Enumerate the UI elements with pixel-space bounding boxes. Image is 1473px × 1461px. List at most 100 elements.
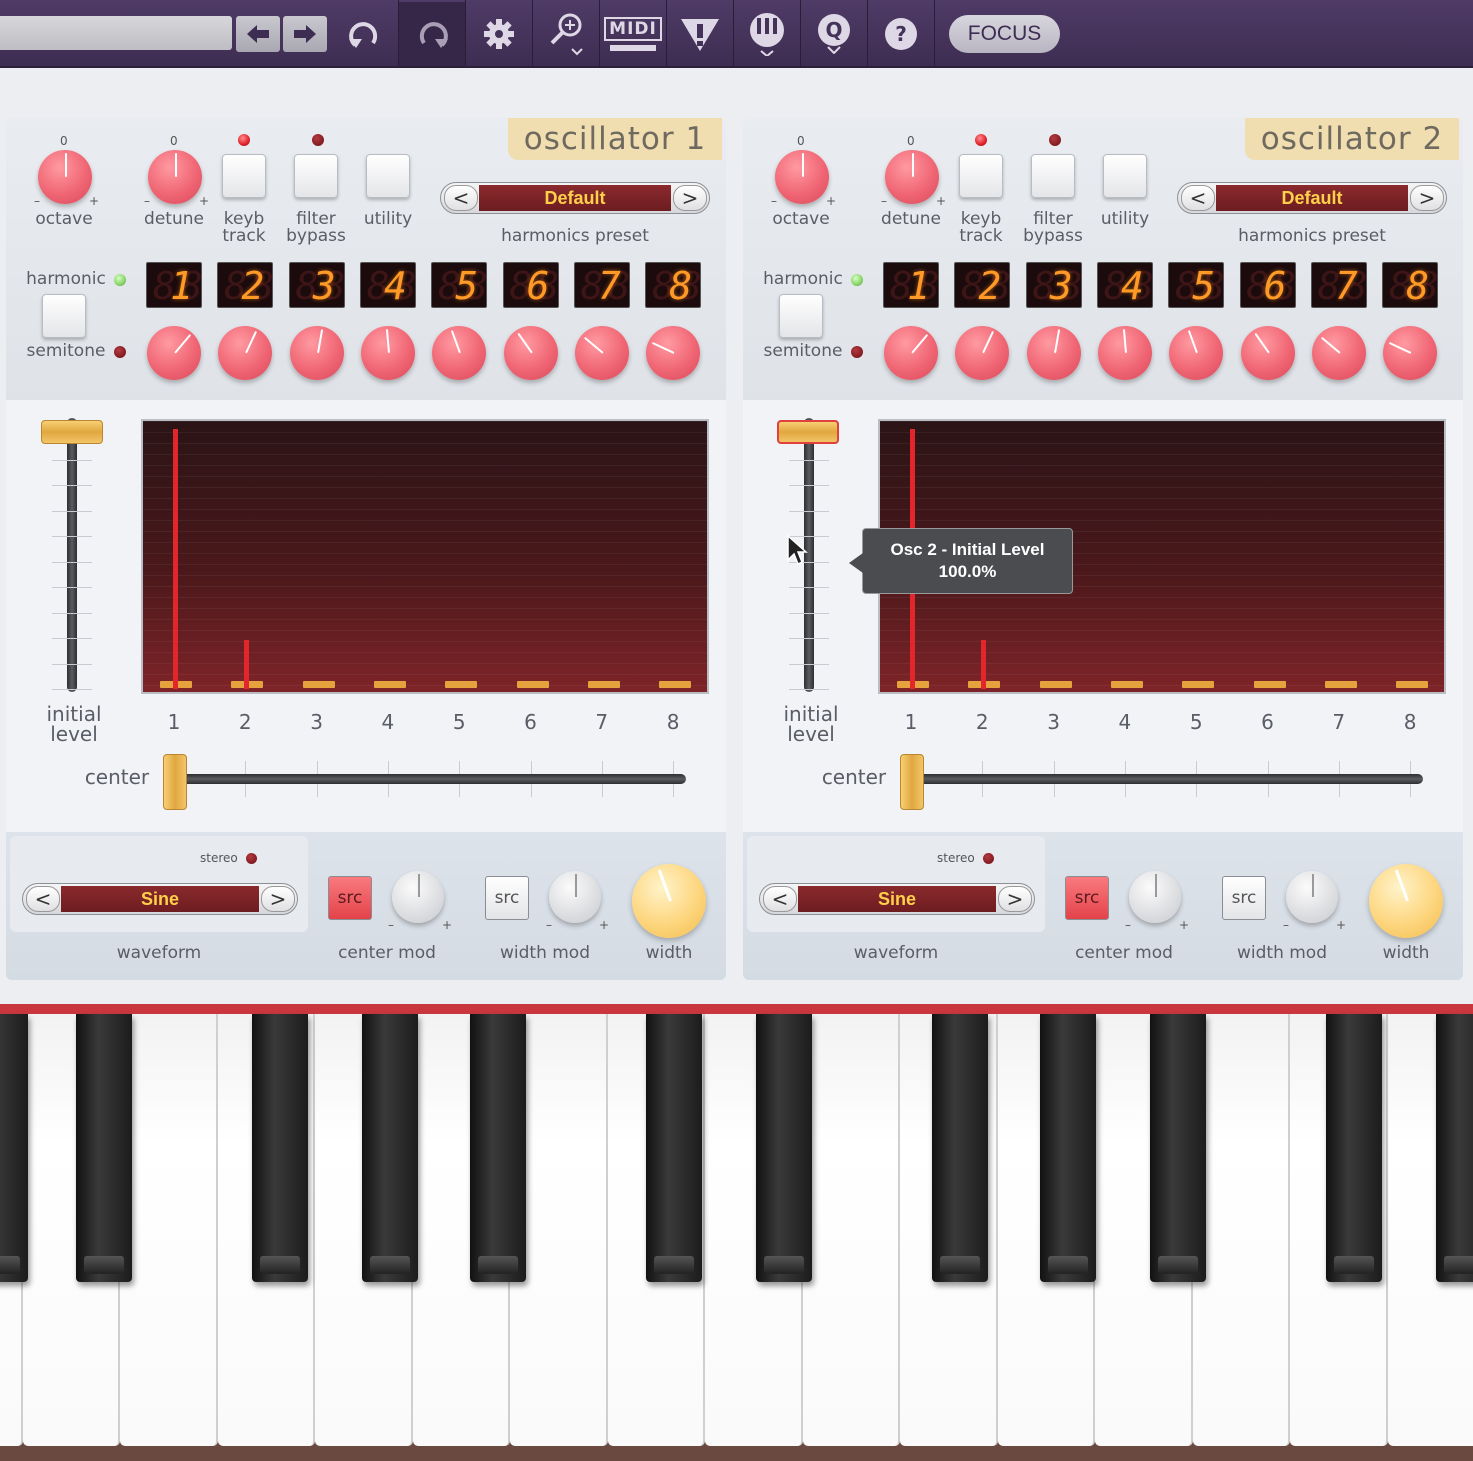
- filter-bypass-button[interactable]: [294, 154, 338, 198]
- black-key[interactable]: [1150, 1014, 1206, 1282]
- zoom-button[interactable]: [533, 2, 599, 66]
- waveform-next-button[interactable]: >: [998, 886, 1032, 912]
- initial-level-thumb[interactable]: [41, 420, 103, 444]
- harmonic-ratio-knob[interactable]: [218, 326, 273, 380]
- harmonic-ratio-knob[interactable]: [1097, 326, 1152, 380]
- black-key[interactable]: [756, 1014, 812, 1282]
- black-key[interactable]: [362, 1014, 418, 1282]
- octave-knob[interactable]: [775, 150, 829, 204]
- keyboard-view-button[interactable]: [734, 2, 800, 66]
- preset-next-button[interactable]: >: [673, 185, 707, 211]
- harmonic-ratio-knob[interactable]: [1169, 326, 1224, 380]
- width-mod-knob[interactable]: [1286, 871, 1338, 923]
- preset-prev-button[interactable]: <: [444, 185, 478, 211]
- center-thumb[interactable]: [163, 754, 187, 810]
- black-key[interactable]: [252, 1014, 308, 1282]
- white-key[interactable]: [802, 1014, 900, 1446]
- detune-knob[interactable]: [885, 150, 939, 204]
- patch-name-field[interactable]: [0, 16, 232, 50]
- harmonic-level-marker[interactable]: [1324, 681, 1357, 688]
- harmonic-level-marker[interactable]: [1396, 681, 1429, 688]
- osc1-title: oscillator 1: [508, 118, 722, 160]
- harmonic-ratio-knob[interactable]: [574, 326, 629, 380]
- white-key[interactable]: [120, 1014, 218, 1446]
- preset-value[interactable]: Default: [1216, 185, 1408, 211]
- waveform-value[interactable]: Sine: [61, 886, 259, 912]
- waveform-value[interactable]: Sine: [798, 886, 996, 912]
- black-key[interactable]: [1040, 1014, 1096, 1282]
- harmonic-level-marker[interactable]: [1253, 681, 1286, 688]
- harmonic-ratio-knob[interactable]: [432, 326, 487, 380]
- harmonic-ratio-knob[interactable]: [147, 326, 201, 380]
- harmonic-ratio-knob[interactable]: [646, 326, 701, 380]
- harmonic-level-marker[interactable]: [659, 681, 692, 688]
- harmonic-level-marker[interactable]: [373, 681, 406, 688]
- harmonic-level-marker[interactable]: [587, 681, 620, 688]
- harmonic-ratio-knob[interactable]: [1383, 326, 1438, 380]
- harmonic-ratio-knob[interactable]: [360, 326, 415, 380]
- undo-button[interactable]: [332, 2, 398, 66]
- center-mod-src-button[interactable]: src: [1065, 876, 1109, 920]
- utility-button[interactable]: [366, 154, 410, 198]
- harmonic-level-marker[interactable]: [1039, 681, 1072, 688]
- detune-knob[interactable]: [148, 150, 202, 204]
- harmonic-ratio-knob[interactable]: [884, 326, 938, 380]
- harmonic-ratio-knob[interactable]: [1311, 326, 1366, 380]
- keyb-track-label: keyb track: [222, 209, 266, 246]
- preset-next-button[interactable]: >: [1410, 185, 1444, 211]
- width-mod-src-button[interactable]: src: [1222, 876, 1266, 920]
- harmonic-ratio-knob[interactable]: [955, 326, 1010, 380]
- waveform-prev-button[interactable]: <: [763, 886, 797, 912]
- initial-level-tick: [789, 459, 829, 461]
- prev-patch-button[interactable]: [236, 16, 280, 52]
- harmonic-semitone-toggle[interactable]: [779, 294, 823, 338]
- harmonics-level-display[interactable]: [141, 419, 709, 694]
- quantize-button[interactable]: Q: [801, 2, 867, 66]
- width-mod-src-button[interactable]: src: [485, 876, 529, 920]
- black-key[interactable]: [932, 1014, 988, 1282]
- waveform-next-button[interactable]: >: [261, 886, 295, 912]
- center-thumb[interactable]: [900, 754, 924, 810]
- waveform-prev-button[interactable]: <: [26, 886, 60, 912]
- black-key[interactable]: [76, 1014, 132, 1282]
- black-key[interactable]: [1326, 1014, 1382, 1282]
- black-key[interactable]: [646, 1014, 702, 1282]
- width-knob[interactable]: [632, 864, 706, 938]
- harmonic-level-marker[interactable]: [1182, 681, 1215, 688]
- preset-prev-button[interactable]: <: [1181, 185, 1215, 211]
- black-key[interactable]: [1436, 1014, 1473, 1282]
- help-button[interactable]: ?: [868, 2, 934, 66]
- settings-button[interactable]: [466, 2, 532, 66]
- keyb-track-button[interactable]: [222, 154, 266, 198]
- filter-bypass-button[interactable]: [1031, 154, 1075, 198]
- center-mod-src-button[interactable]: src: [328, 876, 372, 920]
- white-key[interactable]: [1192, 1014, 1290, 1446]
- harmonic-level-marker[interactable]: [1110, 681, 1143, 688]
- focus-button[interactable]: FOCUS: [949, 15, 1060, 53]
- center-mod-knob[interactable]: [392, 871, 444, 923]
- preset-value[interactable]: Default: [479, 185, 671, 211]
- initial-level-thumb[interactable]: [777, 420, 839, 444]
- black-key[interactable]: [470, 1014, 526, 1282]
- black-key[interactable]: [0, 1014, 28, 1282]
- width-mod-knob[interactable]: [549, 871, 601, 923]
- width-knob[interactable]: [1369, 864, 1443, 938]
- octave-knob[interactable]: [38, 150, 92, 204]
- center-track[interactable]: [907, 774, 1423, 784]
- center-track[interactable]: [170, 774, 686, 784]
- redo-button[interactable]: [399, 2, 465, 66]
- utility-button[interactable]: [1103, 154, 1147, 198]
- harmonic-level-marker[interactable]: [516, 681, 549, 688]
- keyb-track-button[interactable]: [959, 154, 1003, 198]
- harmonic-ratio-knob[interactable]: [503, 326, 558, 380]
- midi-button[interactable]: MIDI: [600, 2, 666, 66]
- harmonic-ratio-knob[interactable]: [1026, 326, 1081, 380]
- harmonic-semitone-toggle[interactable]: [42, 294, 86, 338]
- center-mod-knob[interactable]: [1129, 871, 1181, 923]
- harmonic-ratio-knob[interactable]: [1240, 326, 1295, 380]
- harmonic-level-marker[interactable]: [445, 681, 478, 688]
- next-patch-button[interactable]: [283, 16, 327, 52]
- harmonic-level-marker[interactable]: [302, 681, 335, 688]
- warning-button[interactable]: [667, 2, 733, 66]
- harmonic-ratio-knob[interactable]: [289, 326, 344, 380]
